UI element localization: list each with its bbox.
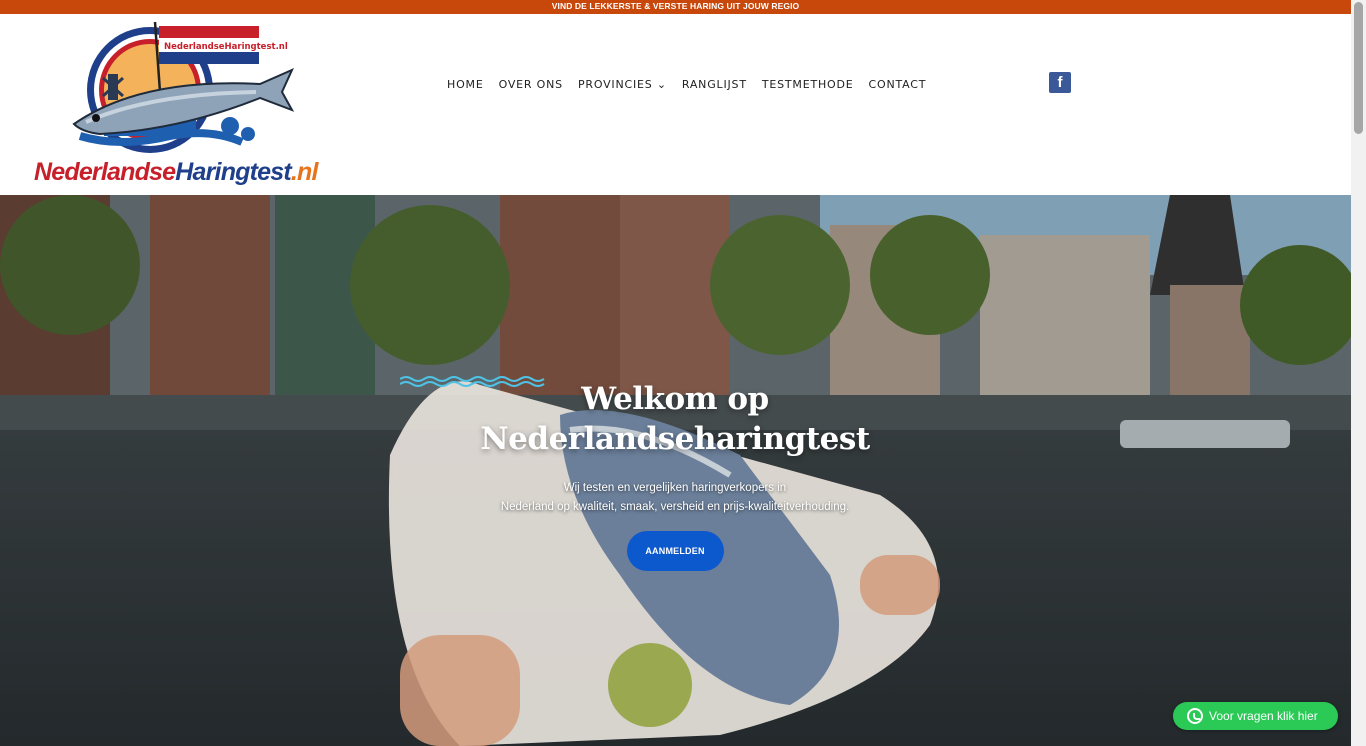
whatsapp-icon — [1187, 708, 1203, 724]
site-logo[interactable]: NederlandseHaringtest.nl NederlandseHari… — [30, 18, 318, 196]
svg-text:NederlandseHaringtest.nl: NederlandseHaringtest.nl — [164, 42, 288, 52]
nav-provincies-dropdown[interactable]: PROVINCIES ⌄ — [578, 78, 667, 91]
announcement-bar: VIND DE LEKKERSTE & VERSTE HARING UIT JO… — [0, 0, 1351, 14]
site-header: NederlandseHaringtest.nl NederlandseHari… — [0, 14, 1351, 195]
logo-wordmark: NederlandseHaringtest.nl — [34, 158, 318, 186]
nav-testmethode[interactable]: TESTMETHODE — [762, 78, 854, 91]
whatsapp-label: Voor vragen klik hier — [1209, 709, 1318, 723]
main-nav: HOME OVER ONS PROVINCIES ⌄ RANGLIJST TES… — [447, 78, 941, 91]
facebook-icon[interactable]: f — [1049, 72, 1071, 93]
whatsapp-chat-button[interactable]: Voor vragen klik hier — [1173, 702, 1338, 730]
nav-over-ons[interactable]: OVER ONS — [499, 78, 563, 91]
scrollbar-thumb[interactable] — [1354, 2, 1363, 134]
page-scrollbar[interactable] — [1351, 0, 1366, 746]
nav-ranglijst[interactable]: RANGLIJST — [682, 78, 747, 91]
nav-home[interactable]: HOME — [447, 78, 484, 91]
hero-content: Welkom op Nederlandseharingtest Wij test… — [400, 375, 950, 571]
aanmelden-button[interactable]: AANMELDEN — [626, 531, 724, 571]
hero-title-line2: Nederlandseharingtest — [480, 421, 870, 457]
nav-contact[interactable]: CONTACT — [869, 78, 927, 91]
wave-divider-icon — [400, 376, 545, 387]
herring-logo-graphic: NederlandseHaringtest.nl — [72, 21, 295, 153]
hero-subtitle: Wij testen en vergelijken haringverkoper… — [500, 482, 850, 513]
hero-title: Welkom op Nederlandseharingtest — [400, 379, 950, 459]
hero-section: Welkom op Nederlandseharingtest Wij test… — [0, 195, 1351, 746]
announcement-text: VIND DE LEKKERSTE & VERSTE HARING UIT JO… — [551, 1, 800, 11]
